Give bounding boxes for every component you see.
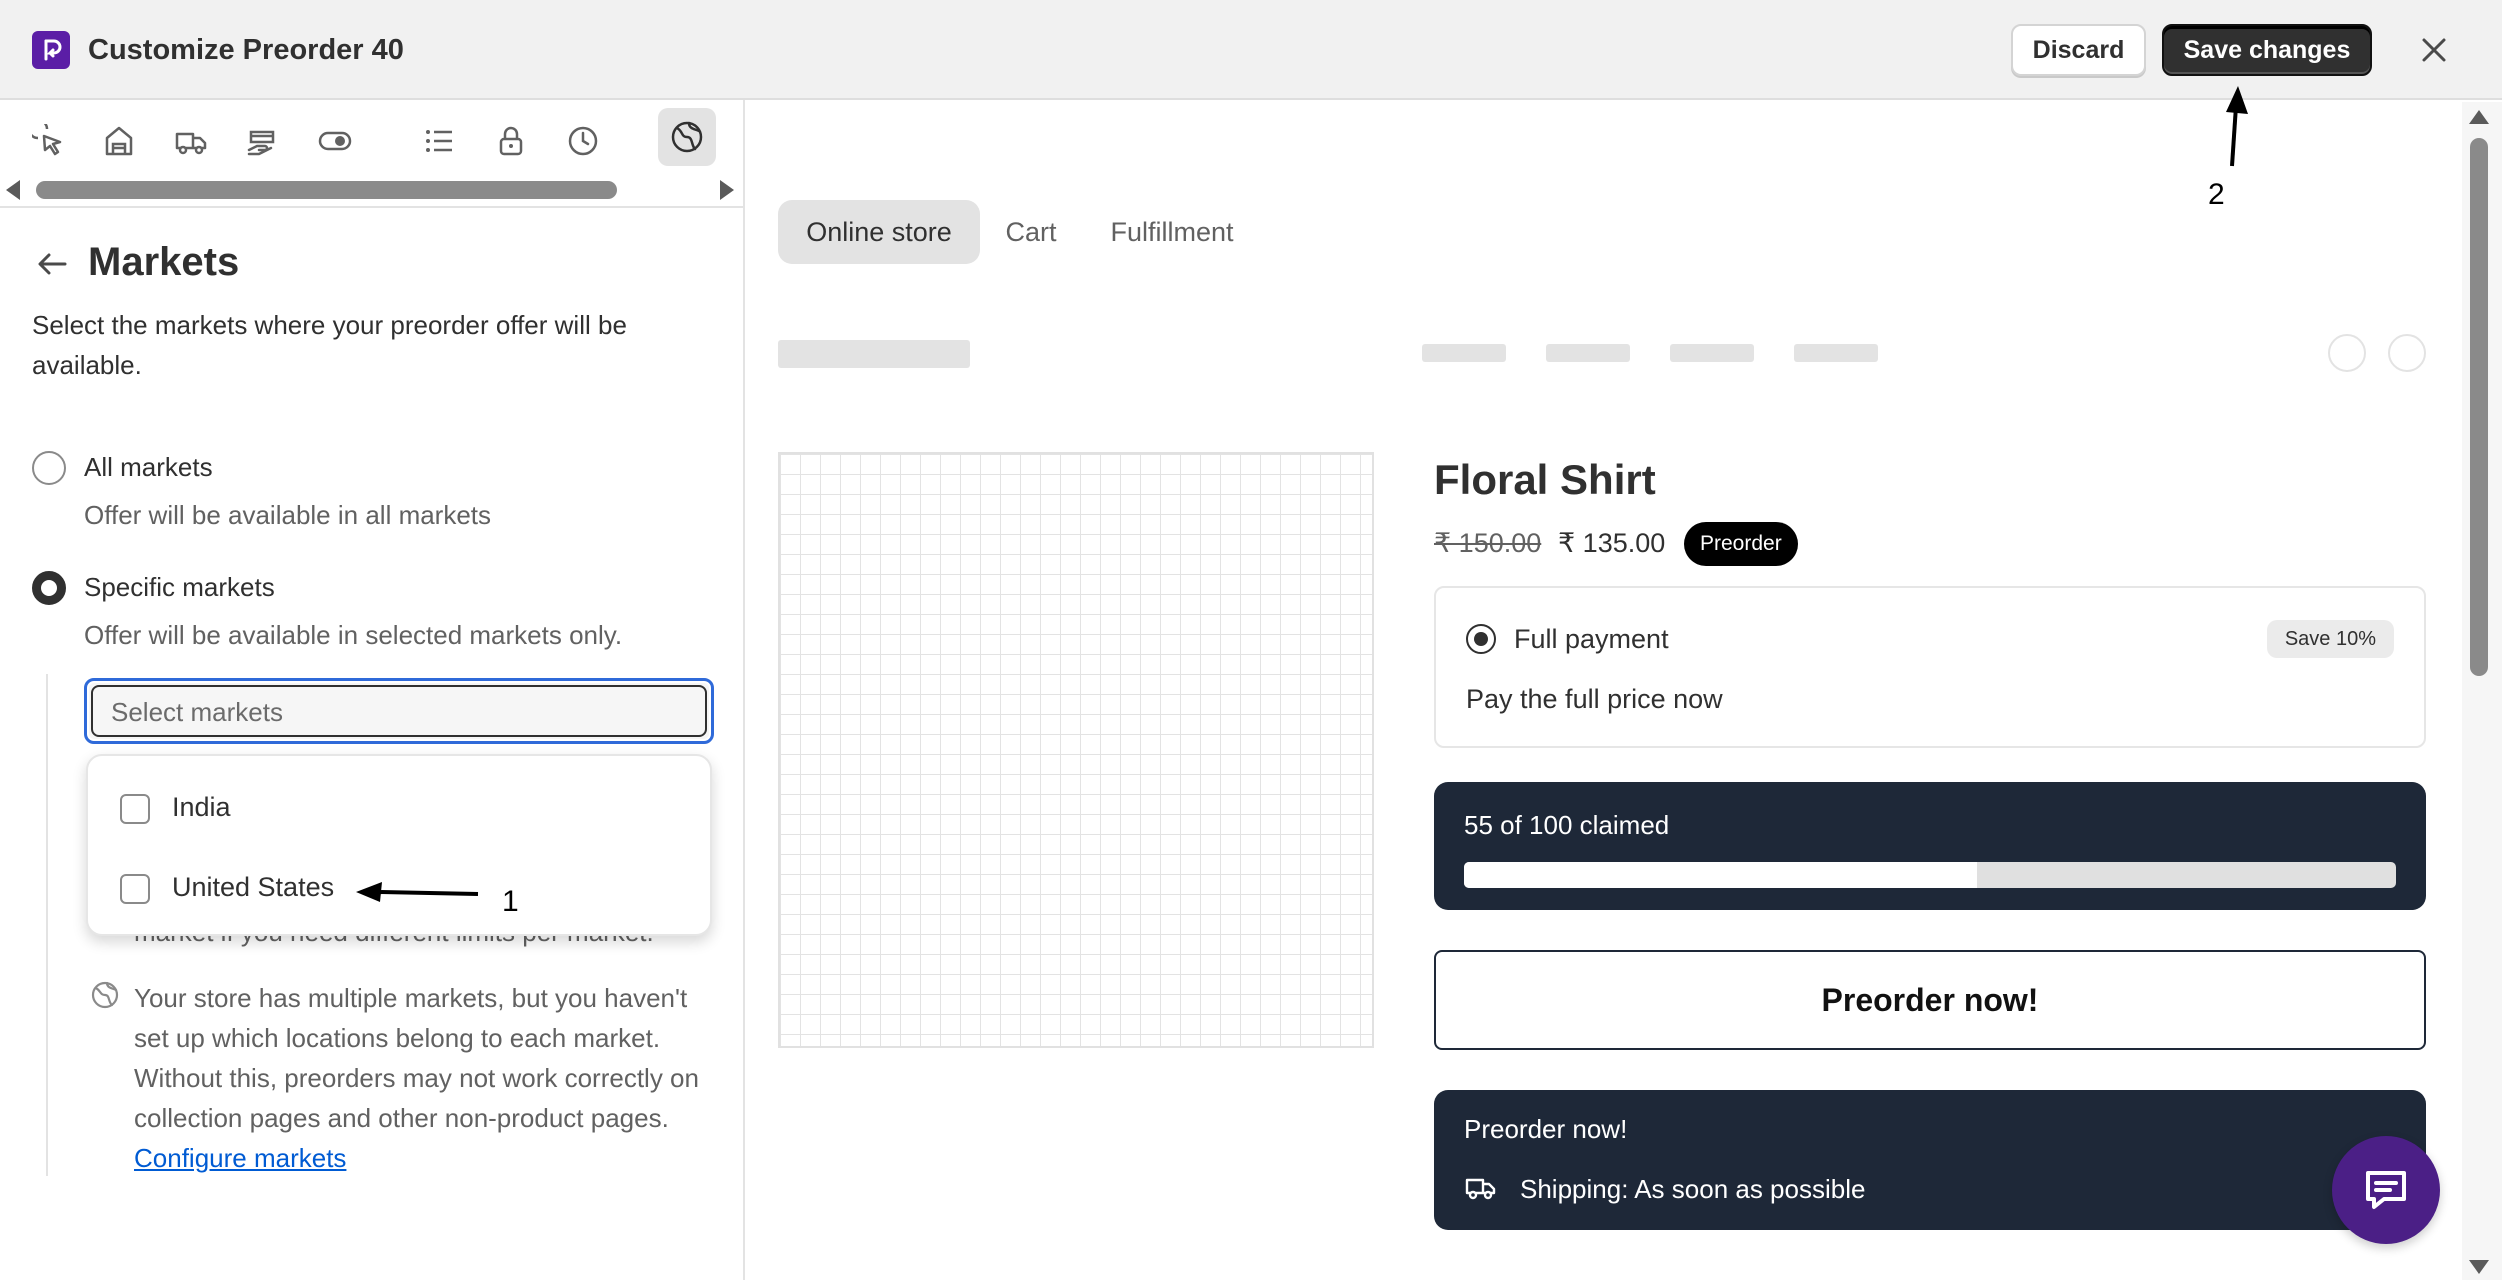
icon-tab-lock[interactable]: [482, 112, 540, 170]
discard-button[interactable]: Discard: [2011, 24, 2146, 76]
tab-fulfillment[interactable]: Fulfillment: [1098, 200, 1246, 264]
vertical-scroll-thumb[interactable]: [2470, 138, 2488, 676]
back-arrow-icon[interactable]: [34, 248, 70, 280]
globe-icon: [671, 121, 703, 153]
cursor-click-icon: [32, 124, 62, 156]
markets-warning-body: Your store has multiple markets, but you…: [134, 983, 699, 1133]
sale-price: ₹ 135.00: [1558, 528, 1666, 558]
skeleton-logo: [778, 340, 970, 368]
icon-tab-store[interactable]: [90, 112, 148, 170]
shipping-text: Shipping: As soon as possible: [1520, 1174, 1866, 1204]
vertical-scrollbar[interactable]: [2462, 102, 2502, 1280]
skeleton-search-icon: [2328, 334, 2366, 372]
chat-icon: [2366, 1171, 2406, 1209]
configure-markets-link[interactable]: Configure markets: [134, 1143, 346, 1173]
store-icon: [105, 126, 133, 156]
full-payment-description: Pay the full price now: [1466, 684, 1723, 714]
globe-info-icon: [90, 980, 122, 1012]
list-icon: [426, 130, 452, 152]
icon-tab-clock[interactable]: [554, 112, 612, 170]
specific-markets-radio[interactable]: [32, 571, 66, 605]
united-states-label[interactable]: United States: [172, 872, 334, 903]
icon-tab-list[interactable]: [410, 112, 468, 170]
scroll-up-arrow[interactable]: [2469, 110, 2489, 124]
claimed-count-text: 55 of 100 claimed: [1464, 810, 1670, 840]
skeleton-nav-4: [1794, 344, 1878, 362]
payment-option-card[interactable]: Full payment Save 10% Pay the full price…: [1434, 586, 2426, 748]
icon-tab-markets[interactable]: [658, 108, 716, 166]
toggle-icon: [318, 131, 352, 151]
chat-support-button[interactable]: [2332, 1136, 2440, 1244]
select-markets-placeholder: Select markets: [111, 697, 283, 727]
icon-tab-payment[interactable]: [234, 112, 292, 170]
specific-markets-help: Offer will be available in selected mark…: [84, 620, 623, 650]
all-markets-radio[interactable]: [32, 451, 66, 485]
product-image-placeholder: [778, 452, 1374, 1048]
save-percent-badge: Save 10%: [2266, 620, 2394, 658]
top-bar: Customize Preorder 40 Discard Save chang…: [0, 0, 2502, 100]
skeleton-nav-2: [1546, 344, 1630, 362]
product-title: Floral Shirt: [1434, 456, 1656, 503]
icon-tab-cursor[interactable]: [20, 112, 78, 170]
divider: [0, 206, 743, 208]
specific-markets-label[interactable]: Specific markets: [84, 571, 275, 603]
delivery-truck-icon: [175, 132, 207, 155]
nested-indent-line: [46, 674, 48, 1176]
india-checkbox[interactable]: [120, 794, 150, 824]
skeleton-nav-3: [1670, 344, 1754, 362]
section-title: Markets: [88, 240, 240, 284]
preorder-now-button[interactable]: Preorder now!: [1434, 950, 2426, 1050]
scroll-right-arrow[interactable]: [720, 180, 734, 200]
shipping-card: Preorder now! Shipping: As soon as possi…: [1434, 1090, 2426, 1230]
full-payment-radio[interactable]: [1466, 624, 1496, 654]
section-description: Select the markets where your preorder o…: [32, 310, 627, 380]
horizontal-scrollbar[interactable]: [36, 181, 617, 199]
close-icon[interactable]: [2410, 26, 2458, 74]
all-markets-help: Offer will be available in all markets: [84, 500, 492, 530]
delivery-truck-icon: [1464, 1174, 1498, 1202]
markets-warning-text: Your store has multiple markets, but you…: [134, 978, 724, 1178]
icon-tab-toggle[interactable]: [306, 112, 364, 170]
annotation-label-2: 2: [2208, 178, 2225, 211]
claimed-progress-fill: [1464, 862, 1977, 888]
skeleton-nav-1: [1422, 344, 1506, 362]
market-option-india[interactable]: India: [88, 774, 714, 844]
claimed-progress-card: 55 of 100 claimed: [1434, 782, 2426, 910]
all-markets-label[interactable]: All markets: [84, 451, 213, 483]
annotation-arrow-2: [2226, 86, 2248, 167]
scroll-left-arrow[interactable]: [6, 180, 20, 200]
tab-cart[interactable]: Cart: [996, 200, 1066, 264]
annotation-label-1: 1: [502, 885, 519, 918]
united-states-checkbox[interactable]: [120, 874, 150, 904]
scroll-down-arrow[interactable]: [2469, 1260, 2489, 1274]
claimed-progress-track: [1464, 862, 2396, 888]
clock-icon: [568, 126, 598, 156]
shipping-card-title: Preorder now!: [1464, 1114, 1628, 1144]
tab-online-store[interactable]: Online store: [778, 200, 980, 264]
icon-tab-delivery[interactable]: [162, 112, 220, 170]
select-markets-input[interactable]: Select markets: [84, 678, 714, 744]
full-payment-title: Full payment: [1514, 624, 1669, 654]
skeleton-cart-icon: [2388, 334, 2426, 372]
payment-hand-icon: [247, 130, 275, 156]
india-label[interactable]: India: [172, 792, 231, 823]
app-logo-icon: [32, 31, 70, 69]
original-price: ₹ 150.00: [1434, 528, 1542, 558]
window-title: Customize Preorder 40: [88, 34, 404, 66]
save-changes-button[interactable]: Save changes: [2162, 24, 2372, 76]
annotation-arrow-1: [356, 882, 479, 902]
preorder-badge: Preorder: [1684, 522, 1798, 566]
lock-icon: [499, 126, 523, 156]
